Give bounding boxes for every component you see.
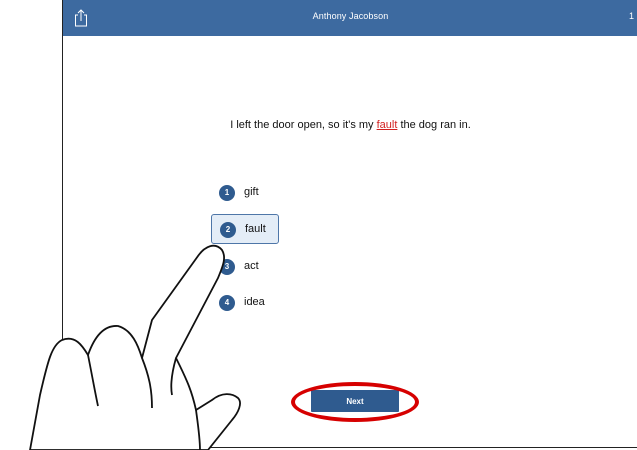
app-screen: Anthony Jacobson 1 I left the door open,… [62, 0, 637, 448]
option-label: gift [244, 186, 259, 198]
annotation-ring [291, 382, 419, 422]
question-sentence: I left the door open, so it's my fault t… [63, 119, 637, 131]
answer-option-2[interactable]: 2 fault [211, 214, 279, 244]
option-label: fault [245, 223, 266, 235]
page-indicator: 1 [628, 11, 634, 21]
answer-option-1[interactable]: 1 gift [211, 178, 279, 208]
option-label: act [244, 260, 259, 272]
answer-option-3[interactable]: 3 act [211, 252, 279, 282]
sentence-start: I left the door open, so it's my [230, 119, 377, 131]
option-label: idea [244, 296, 265, 308]
answer-option-4[interactable]: 4 idea [211, 288, 279, 318]
option-number-badge: 1 [219, 185, 235, 201]
option-number-badge: 4 [219, 295, 235, 311]
target-word: fault [376, 119, 398, 131]
top-bar: Anthony Jacobson 1 [63, 0, 637, 36]
student-name: Anthony Jacobson [312, 11, 389, 21]
sentence-end: the dog ran in. [397, 119, 471, 131]
option-number-badge: 3 [219, 259, 235, 275]
option-number-badge: 2 [220, 222, 236, 238]
